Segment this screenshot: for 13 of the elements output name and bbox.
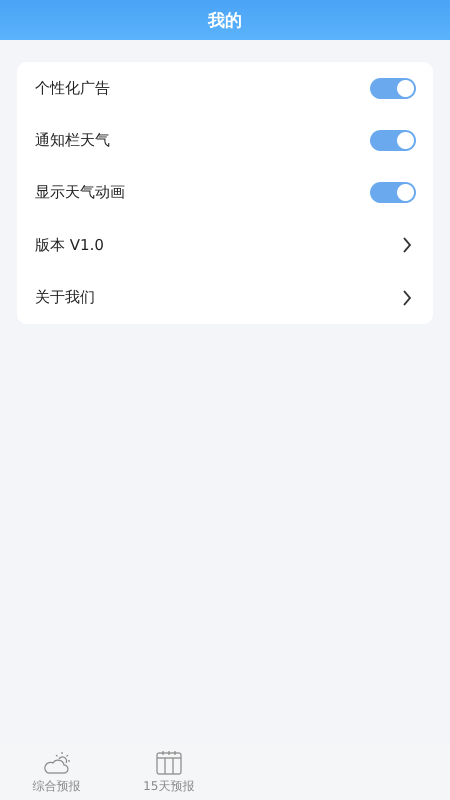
toggle-switch[interactable] — [370, 182, 416, 204]
toggle-switch[interactable] — [370, 78, 416, 99]
tab-item[interactable]: 15天预报 — [112, 745, 225, 800]
tab-item[interactable]: 综合预报 — [0, 745, 112, 800]
chevron-right-icon[interactable] — [402, 237, 412, 254]
setting-label: 个性化广告 — [35, 78, 110, 98]
chevron-right-icon[interactable] — [402, 290, 412, 306]
setting-label: 通知栏天气 — [35, 131, 110, 150]
setting-label: 版本 V1.0 — [35, 236, 104, 255]
page-title: 我的 — [208, 10, 242, 32]
toggle-switch[interactable] — [370, 130, 416, 152]
setting-label: 关于我们 — [35, 288, 95, 308]
setting-label: 显示天气动画 — [35, 183, 125, 202]
